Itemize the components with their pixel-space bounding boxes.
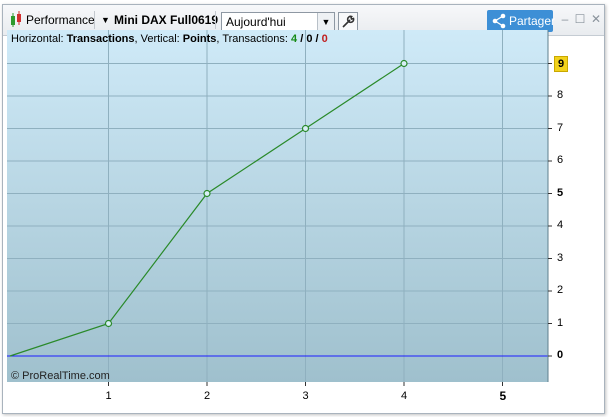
watermark: © ProRealTime.com [11,370,110,382]
y-tick-label: 6 [557,154,564,166]
sep-1: / [297,33,307,45]
data-point [203,189,211,198]
y-tick-label: 4 [557,219,564,231]
data-point [301,124,310,133]
x-tick-label: 1 [105,390,112,402]
losing-count: 0 [321,33,328,45]
x-tick-label: 5 [499,389,507,403]
y-tick-label: 0 [557,349,564,361]
sep-2: / [312,33,322,45]
y-tick-label: 3 [557,251,564,264]
x-tick-label: 3 [302,390,309,402]
horizontal-value: Transactions [66,33,135,45]
y-tick-label: 2 [557,284,564,296]
x-tick-label: 2 [204,390,211,402]
y-tick-label: 5 [557,186,564,199]
data-point [400,59,408,68]
vertical-value: Points [182,33,217,45]
data-point [104,319,113,328]
current-value-tag: 9 [554,55,568,72]
horizontal-prefix: Horizontal: [11,33,67,45]
y-tick-label: 8 [557,89,564,101]
chart-info-line: Horizontal: Transactions, Vertical: Poin… [11,33,328,45]
x-tick-label: 4 [401,390,408,402]
transactions-prefix: , Transactions: [216,33,292,45]
vertical-prefix: , Vertical: [134,33,183,45]
y-tick-label: 7 [557,121,564,134]
performance-chart [7,30,552,386]
y-tick-label: 1 [557,316,564,329]
